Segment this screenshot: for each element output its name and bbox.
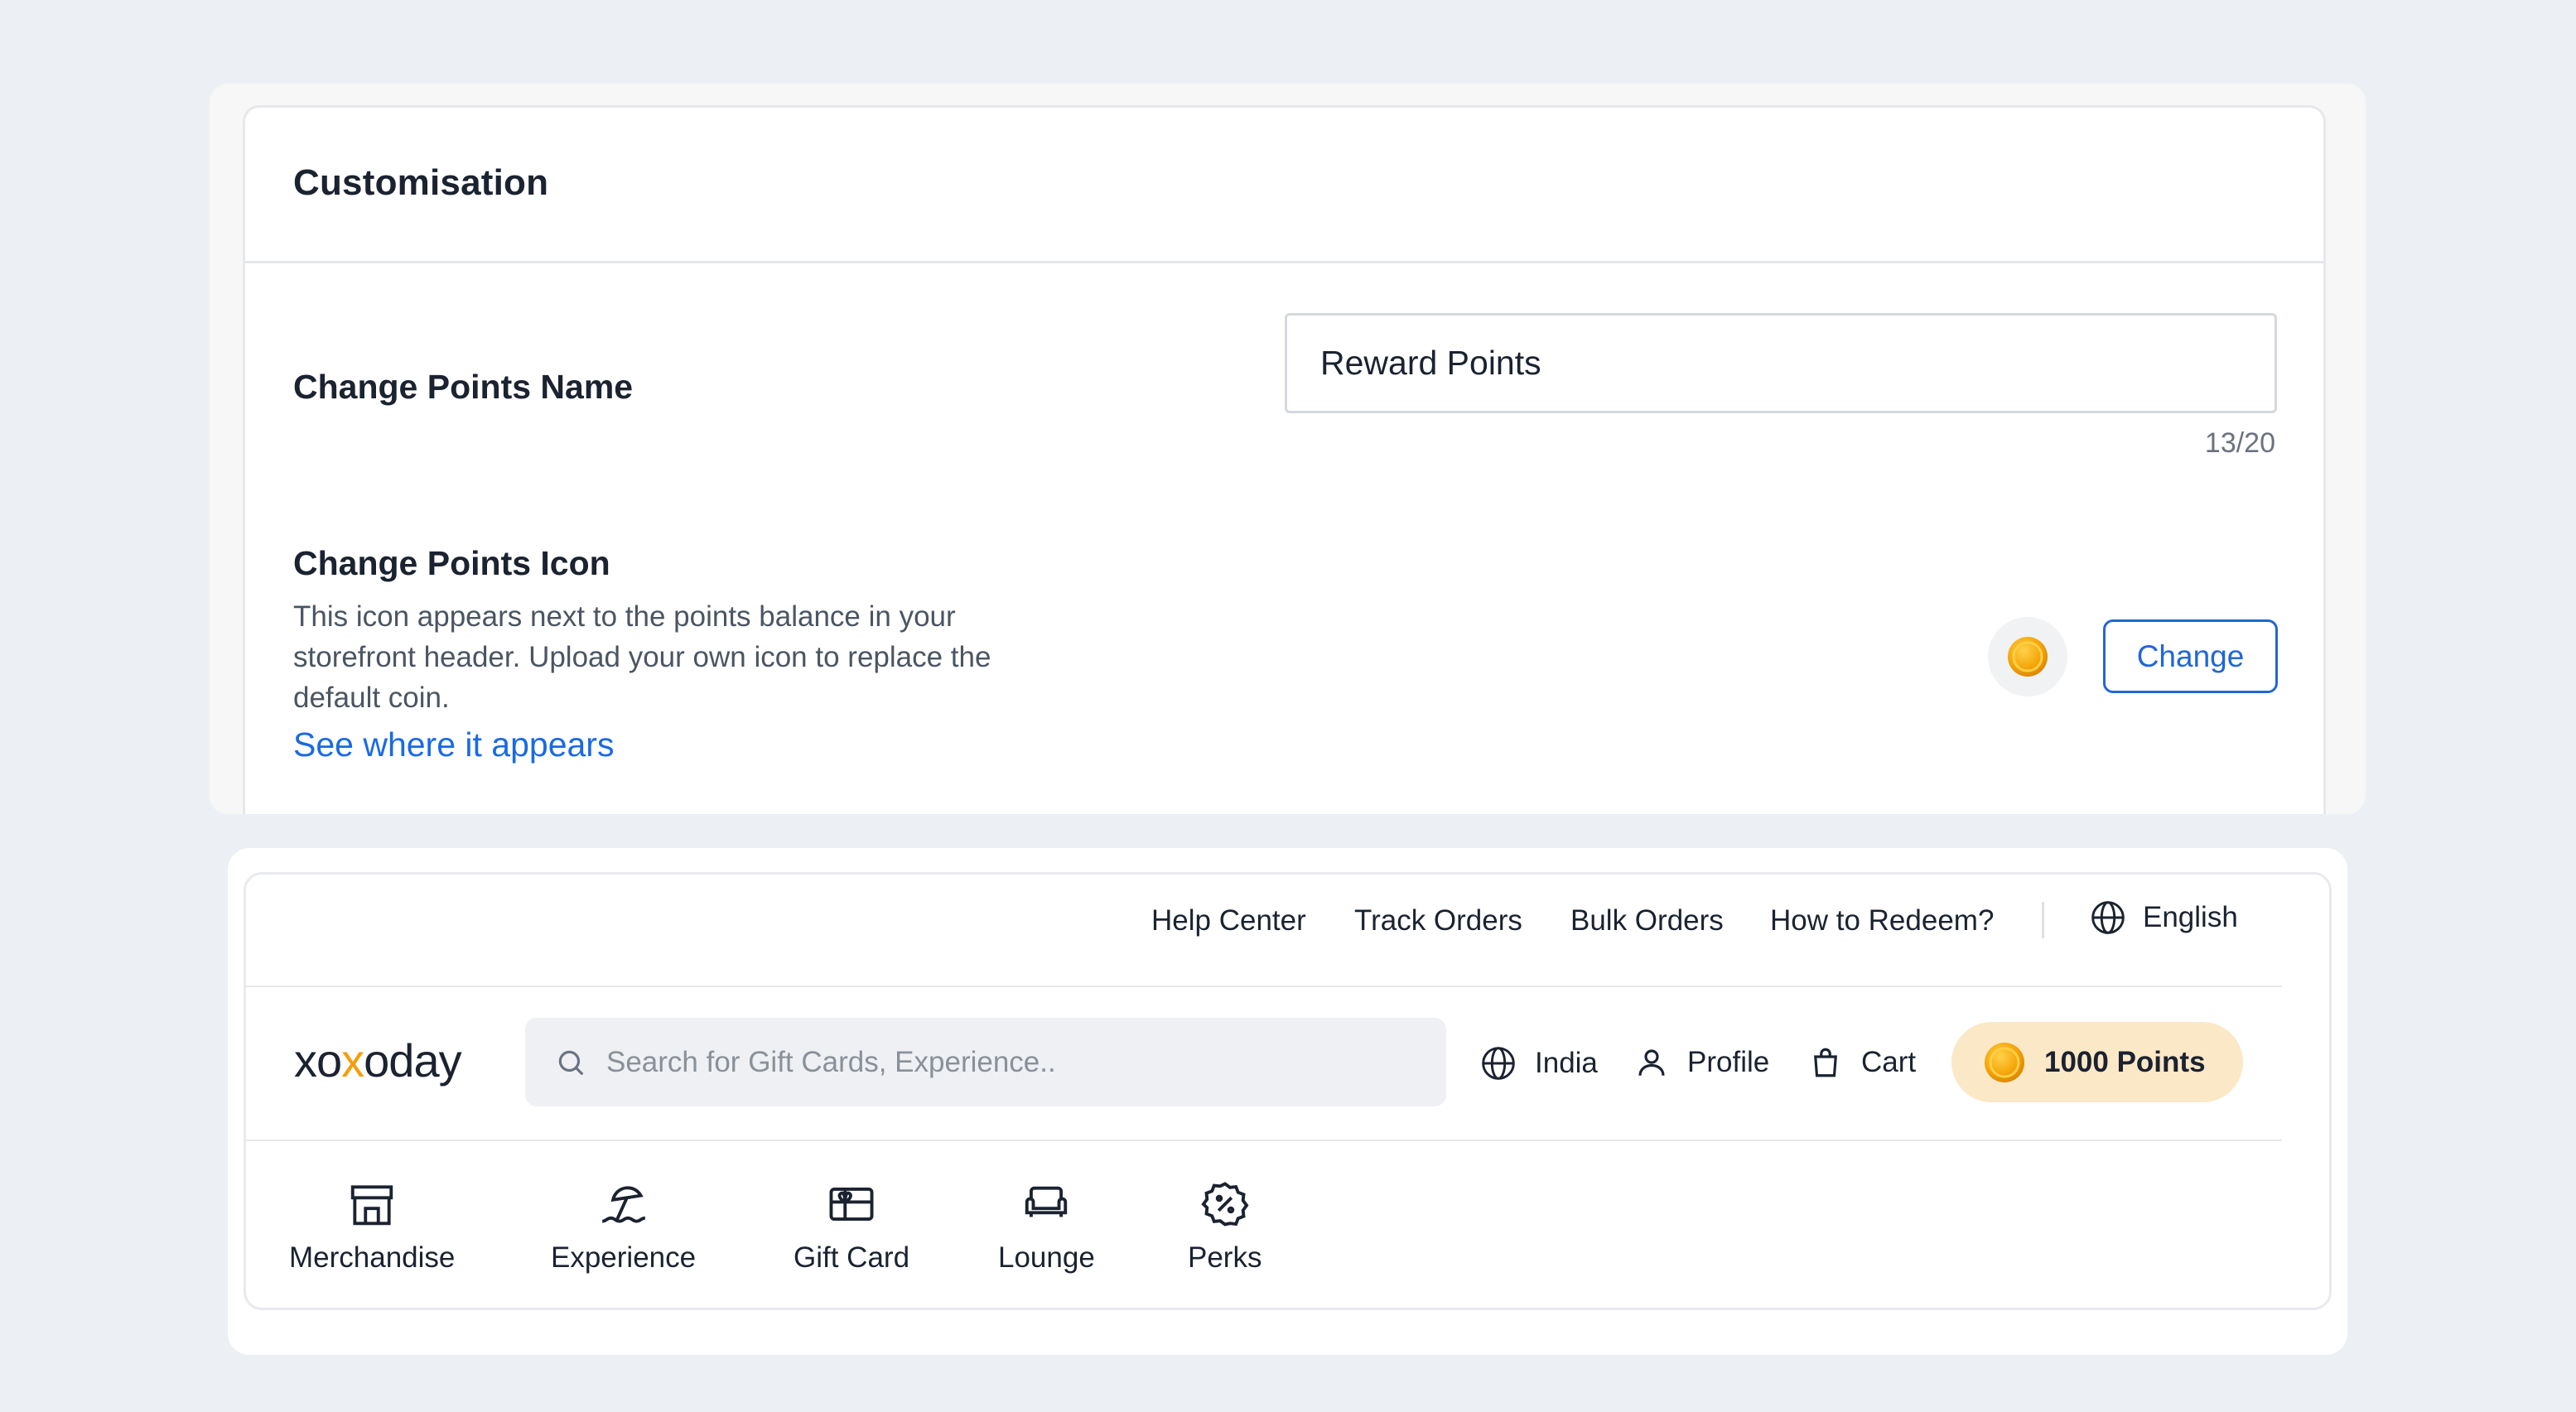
see-where-it-appears-link[interactable]: See where it appears	[293, 725, 614, 764]
cart-label: Cart	[1861, 1046, 1917, 1078]
language-label: English	[2143, 901, 2238, 933]
gift-card-icon	[829, 1187, 874, 1222]
change-icon-button[interactable]: Change	[2103, 619, 2278, 693]
card-divider	[245, 261, 2323, 263]
country-label: India	[1535, 1047, 1598, 1079]
help-center-link[interactable]: Help Center	[1151, 904, 1306, 937]
language-selector[interactable]: English	[2090, 899, 2238, 936]
category-label: Experience	[551, 1241, 697, 1274]
search-bar[interactable]	[525, 1018, 1446, 1106]
card-title: Customisation	[293, 162, 549, 203]
category-label: Merchandise	[289, 1241, 456, 1274]
points-balance-label: 1000 Points	[2044, 1045, 2206, 1078]
category-label: Lounge	[998, 1241, 1095, 1274]
how-to-redeem-link[interactable]: How to Redeem?	[1770, 904, 1994, 937]
category-label: Gift Card	[794, 1241, 910, 1274]
cart-link[interactable]: Cart	[1808, 1045, 1916, 1080]
points-icon-label: Change Points Icon	[293, 544, 610, 582]
profile-label: Profile	[1687, 1046, 1770, 1078]
customisation-card: Customisation Change Points Name 13/20 C…	[243, 105, 2326, 814]
char-counter: 13/20	[2204, 427, 2275, 459]
category-experience[interactable]: Experience	[551, 1178, 696, 1275]
track-orders-link[interactable]: Track Orders	[1354, 904, 1522, 937]
category-label: Perks	[1188, 1241, 1262, 1274]
points-balance-pill[interactable]: 1000 Points	[1951, 1022, 2243, 1102]
search-icon	[558, 1050, 584, 1075]
points-name-label: Change Points Name	[293, 368, 634, 406]
profile-link[interactable]: Profile	[1634, 1045, 1769, 1080]
beach-umbrella-icon	[601, 1186, 645, 1223]
storefront-header-preview: Help Center Track Orders Bulk Orders How…	[244, 872, 2332, 1310]
category-gift-card[interactable]: Gift Card	[794, 1178, 909, 1275]
coin-icon	[2008, 637, 2048, 677]
country-selector[interactable]: India	[1480, 1045, 1598, 1082]
search-input[interactable]	[606, 1045, 1401, 1079]
points-name-input[interactable]	[1285, 313, 2277, 413]
globe-icon	[2091, 901, 2125, 934]
utility-separator	[2042, 902, 2044, 938]
bulk-orders-link[interactable]: Bulk Orders	[1570, 904, 1724, 937]
points-icon-preview	[1988, 617, 2067, 696]
user-icon	[1638, 1049, 1665, 1076]
xoxoday-logo[interactable]: xoxoday	[294, 1034, 462, 1087]
discount-badge-icon	[1201, 1182, 1249, 1226]
category-merchandise[interactable]: Merchandise	[289, 1178, 455, 1275]
topbar-divider	[246, 986, 2282, 987]
shopping-bag-icon	[1814, 1048, 1837, 1077]
category-perks[interactable]: Perks	[1188, 1178, 1261, 1275]
sofa-icon	[1025, 1186, 1068, 1217]
category-lounge[interactable]: Lounge	[998, 1178, 1095, 1275]
points-icon-description: This icon appears next to the points bal…	[293, 600, 991, 714]
globe-icon	[1482, 1047, 1515, 1080]
coin-icon	[1985, 1042, 2024, 1082]
mainbar-divider	[246, 1140, 2282, 1141]
store-icon	[351, 1185, 393, 1226]
